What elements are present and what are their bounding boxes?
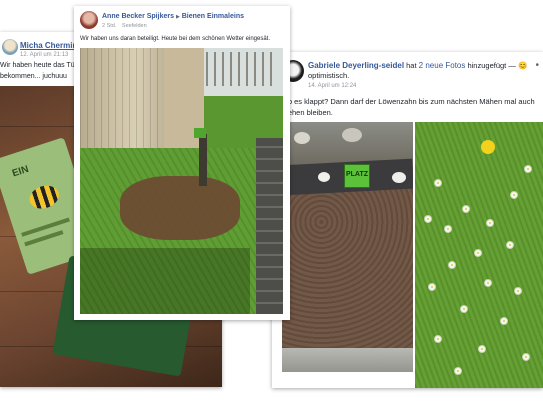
daisy	[445, 226, 451, 232]
post-time[interactable]: 2 Std.	[102, 23, 116, 29]
plant-stake	[199, 134, 207, 186]
sown-soil-patch	[120, 176, 240, 240]
post-date[interactable]: 12. April um 21:13	[20, 52, 68, 58]
author-name[interactable]: Anne Becker Spijkers	[102, 13, 174, 20]
post-card-anne: Anne Becker Spijkers ▶ Bienen Einmaleins…	[74, 6, 290, 320]
daisy	[429, 284, 435, 290]
paved-path	[256, 138, 283, 314]
photos-link[interactable]: 2 neue Fotos	[419, 61, 466, 70]
bee-illustration	[26, 182, 62, 213]
daisy	[507, 242, 513, 248]
daisy	[485, 280, 491, 286]
avatar[interactable]	[80, 11, 98, 29]
post-text-line2: bekommen... juchuuu	[0, 73, 67, 80]
action-pre: hat	[406, 61, 417, 70]
daisy	[463, 206, 469, 212]
daisy	[461, 306, 467, 312]
author-name[interactable]: Micha Chermin	[20, 41, 77, 50]
post-date[interactable]: 14. April um 12:24	[308, 83, 356, 89]
feeling-emoji: 😊	[517, 61, 528, 70]
daisy	[523, 354, 529, 360]
daisy	[425, 216, 431, 222]
action-post: hinzugefügt —	[467, 61, 516, 70]
platz-sign: PLATZ	[344, 164, 370, 188]
daisy	[449, 262, 455, 268]
daisy	[475, 250, 481, 256]
avatar[interactable]	[2, 39, 18, 55]
post-photo-soil[interactable]: PLATZ	[282, 122, 413, 372]
daisy	[435, 180, 441, 186]
dandelion	[481, 140, 495, 154]
stake-sign	[194, 128, 206, 138]
post-text: Wir haben uns daran beteiligt. Heute bei…	[80, 36, 271, 42]
author-name[interactable]: Gabriele Deyerling-seidel	[308, 61, 404, 70]
daisy	[525, 166, 531, 172]
share-arrow-icon: ▶	[175, 14, 180, 20]
post-menu-icon[interactable]: •	[535, 60, 539, 71]
group-name[interactable]: Bienen Einmaleins	[182, 13, 244, 20]
sign-label: PLATZ	[345, 171, 369, 178]
post-text-line1: Wir haben heute das Tüt	[0, 62, 77, 69]
daisy	[479, 346, 485, 352]
feeling: optimistisch.	[308, 71, 350, 80]
post-photo-garden[interactable]	[80, 48, 283, 314]
daisy	[435, 336, 441, 342]
post-photo-lawn[interactable]	[415, 122, 543, 388]
daisy	[455, 368, 461, 374]
daisy	[511, 192, 517, 198]
location-tag[interactable]: Seefelden	[122, 23, 147, 29]
post-card-gabriele: Gabriele Deyerling-seidel hat 2 neue Fot…	[272, 52, 543, 388]
daisy	[501, 318, 507, 324]
packet-title: EIN	[10, 163, 31, 180]
daisy	[487, 220, 493, 226]
curb-stone	[282, 348, 413, 372]
post-text: Ob es klappt? Dann darf der Löwenzahn bi…	[282, 97, 535, 117]
daisy	[515, 288, 521, 294]
